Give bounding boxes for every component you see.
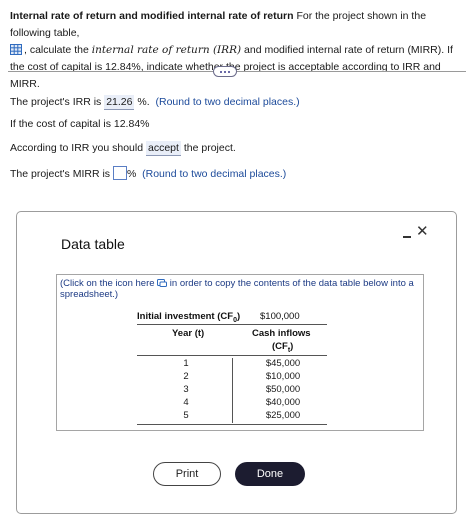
table-rule-header: [137, 355, 327, 356]
year-cell: 3: [183, 384, 189, 395]
copy-icon[interactable]: [157, 279, 168, 287]
mirr-answer-line: The project's MIRR is % (Round to two de…: [10, 166, 286, 180]
initial-investment-label: Initial investment (CF0): [137, 311, 240, 324]
irr-term: internal rate of return (IRR): [91, 44, 242, 56]
expand-button[interactable]: [213, 66, 237, 77]
inv-label-close: ): [236, 311, 241, 322]
data-table-dialog: Data table ✕ (Click on the icon here in …: [16, 211, 457, 514]
copy-instructions-part1: (Click on the icon here: [60, 278, 158, 289]
mirr-unit: %: [126, 168, 137, 180]
question-text-part2: , calculate the: [24, 44, 92, 56]
section-divider: [8, 71, 466, 72]
irr-decision-suffix: the project.: [180, 142, 236, 154]
done-button[interactable]: Done: [235, 462, 305, 486]
irr-unit: %.: [134, 96, 150, 108]
question-title: Internal rate of return and modified int…: [10, 10, 294, 22]
year-cell: 2: [183, 371, 189, 382]
print-button[interactable]: Print: [153, 462, 221, 486]
copy-instructions: (Click on the icon here in order to copy…: [60, 278, 420, 300]
cost-of-capital-line: If the cost of capital is 12.84%: [10, 118, 150, 130]
cash-inflow-cell: $10,000: [265, 371, 301, 382]
table-rule-top: [137, 324, 327, 325]
year-header: Year (t): [172, 328, 205, 339]
irr-label: The project's IRR is: [10, 96, 105, 108]
irr-hint: (Round to two decimal places.): [155, 96, 300, 108]
mirr-label: The project's MIRR is: [10, 168, 113, 180]
irr-answer-line: The project's IRR is 21.26 %. (Round to …: [10, 95, 300, 110]
initial-investment-value: $100,000: [260, 311, 300, 322]
table-rule-bottom: [137, 424, 327, 425]
year-cell: 4: [183, 397, 189, 408]
question-text-part3: and modified internal rate of return (MI…: [241, 44, 445, 56]
cf-sub-close: ): [290, 341, 294, 352]
cash-inflow-cell: $45,000: [265, 358, 301, 369]
cash-inflows-header: Cash inflows: [252, 328, 311, 339]
mirr-hint: (Round to two decimal places.): [142, 168, 287, 180]
cash-inflow-cell: $25,000: [265, 410, 301, 421]
irr-decision-value[interactable]: accept: [146, 141, 181, 156]
close-icon[interactable]: ✕: [416, 224, 429, 240]
irr-decision-line: According to IRR you should accept the p…: [10, 141, 236, 156]
table-column-divider: [232, 358, 233, 423]
irr-decision-label: According to IRR you should: [10, 142, 146, 154]
cash-inflows-subheader: (CFt): [272, 341, 293, 354]
cash-inflow-cell: $50,000: [265, 384, 301, 395]
irr-answer-value[interactable]: 21.26: [104, 95, 135, 110]
dialog-title: Data table: [61, 236, 125, 252]
cf-sub-open: (CF: [272, 341, 288, 352]
question-text: Internal rate of return and modified int…: [10, 8, 465, 93]
minimize-icon[interactable]: [400, 229, 414, 243]
data-table-icon[interactable]: [10, 44, 22, 55]
data-table-panel: (Click on the icon here in order to copy…: [56, 274, 424, 431]
cash-inflow-cell: $40,000: [265, 397, 301, 408]
year-cell: 5: [183, 410, 189, 421]
mirr-input[interactable]: [112, 166, 127, 180]
inv-label-text: Initial investment (CF: [137, 311, 234, 322]
year-cell: 1: [183, 358, 189, 369]
